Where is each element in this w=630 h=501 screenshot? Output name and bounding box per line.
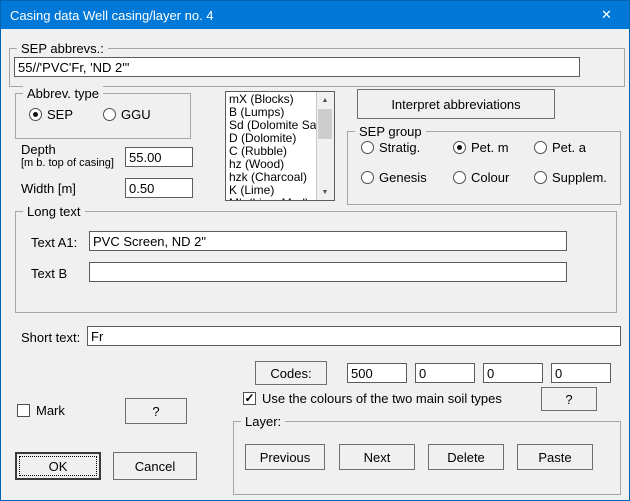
radio-pet-m-icon [453, 141, 466, 154]
radio-genesis-icon [361, 171, 374, 184]
depth-label: Depth [21, 142, 56, 157]
radio-colour-label: Colour [471, 170, 509, 185]
previous-button[interactable]: Previous [245, 444, 325, 470]
radio-ggu-icon [103, 108, 116, 121]
window-title: Casing data Well casing/layer no. 4 [1, 8, 214, 23]
next-button[interactable]: Next [339, 444, 415, 470]
radio-colour-icon [453, 171, 466, 184]
radio-colour[interactable]: Colour [453, 170, 509, 185]
radio-ggu-label: GGU [121, 107, 151, 122]
radio-stratig[interactable]: Stratig. [361, 140, 420, 155]
abbrev-listbox[interactable]: mX (Blocks) B (Lumps) Sd (Dolomite Sand)… [225, 91, 335, 201]
radio-pet-m[interactable]: Pet. m [453, 140, 509, 155]
radio-stratig-label: Stratig. [379, 140, 420, 155]
radio-genesis[interactable]: Genesis [361, 170, 427, 185]
abbrev-listbox-items: mX (Blocks) B (Lumps) Sd (Dolomite Sand)… [226, 93, 317, 200]
radio-genesis-label: Genesis [379, 170, 427, 185]
help-button-right[interactable]: ? [541, 387, 597, 411]
scroll-up-button[interactable]: ▲ [317, 92, 333, 108]
scroll-down-icon: ▼ [322, 189, 329, 196]
code-input-4[interactable] [551, 363, 611, 383]
colours-checkbox-icon: ✓ [243, 392, 256, 405]
radio-sep-label: SEP [47, 107, 73, 122]
text-a1-label: Text A1: [31, 235, 77, 250]
radio-ggu[interactable]: GGU [103, 107, 151, 122]
colours-checkbox[interactable]: ✓ Use the colours of the two main soil t… [243, 391, 502, 406]
close-icon: ✕ [601, 7, 612, 23]
mark-checkbox-label: Mark [36, 403, 65, 418]
scroll-down-button[interactable]: ▼ [317, 184, 333, 200]
mark-checkbox[interactable]: Mark [17, 403, 65, 418]
layer-group-label: Layer: [241, 414, 285, 429]
sep-abbrevs-group-label: SEP abbrevs.: [17, 41, 108, 56]
width-input[interactable] [125, 178, 193, 198]
scrollbar-thumb[interactable] [318, 109, 332, 139]
code-input-2[interactable] [415, 363, 475, 383]
short-text-input[interactable] [87, 326, 621, 346]
colours-checkbox-label: Use the colours of the two main soil typ… [262, 391, 502, 406]
paste-button[interactable]: Paste [517, 444, 593, 470]
short-text-label: Short text: [21, 330, 80, 345]
delete-button[interactable]: Delete [428, 444, 504, 470]
radio-pet-a[interactable]: Pet. a [534, 140, 586, 155]
radio-pet-a-icon [534, 141, 547, 154]
mark-checkbox-icon [17, 404, 30, 417]
help-button-left[interactable]: ? [125, 398, 187, 424]
sep-group-label: SEP group [355, 124, 426, 139]
radio-supplem-label: Supplem. [552, 170, 607, 185]
cancel-button[interactable]: Cancel [113, 452, 197, 480]
interpret-abbreviations-button[interactable]: Interpret abbreviations [357, 89, 555, 119]
radio-sep-icon [29, 108, 42, 121]
list-item[interactable]: Mk (Lime Marl) [226, 197, 317, 200]
radio-pet-a-label: Pet. a [552, 140, 586, 155]
radio-sep[interactable]: SEP [29, 107, 73, 122]
long-text-group-label: Long text [23, 204, 85, 219]
radio-supplem-icon [534, 171, 547, 184]
ok-button[interactable]: OK [15, 452, 101, 480]
text-b-input[interactable] [89, 262, 567, 282]
listbox-scrollbar[interactable]: ▲ ▼ [316, 92, 334, 200]
radio-supplem[interactable]: Supplem. [534, 170, 607, 185]
depth-input[interactable] [125, 147, 193, 167]
sep-abbrevs-input[interactable] [14, 57, 580, 77]
depth-unit-label: [m b. top of casing] [21, 157, 114, 169]
scroll-up-icon: ▲ [322, 97, 329, 104]
check-icon: ✓ [244, 392, 254, 404]
codes-button[interactable]: Codes: [255, 361, 327, 385]
width-label: Width [m] [21, 181, 76, 196]
code-input-1[interactable] [347, 363, 407, 383]
text-a1-input[interactable] [89, 231, 567, 251]
radio-pet-m-label: Pet. m [471, 140, 509, 155]
text-b-label: Text B [31, 266, 67, 281]
titlebar[interactable]: Casing data Well casing/layer no. 4 ✕ [1, 1, 629, 29]
radio-stratig-icon [361, 141, 374, 154]
casing-data-dialog: Casing data Well casing/layer no. 4 ✕ SE… [0, 0, 630, 501]
code-input-3[interactable] [483, 363, 543, 383]
close-button[interactable]: ✕ [584, 1, 629, 29]
abbrev-type-group-label: Abbrev. type [23, 86, 103, 101]
